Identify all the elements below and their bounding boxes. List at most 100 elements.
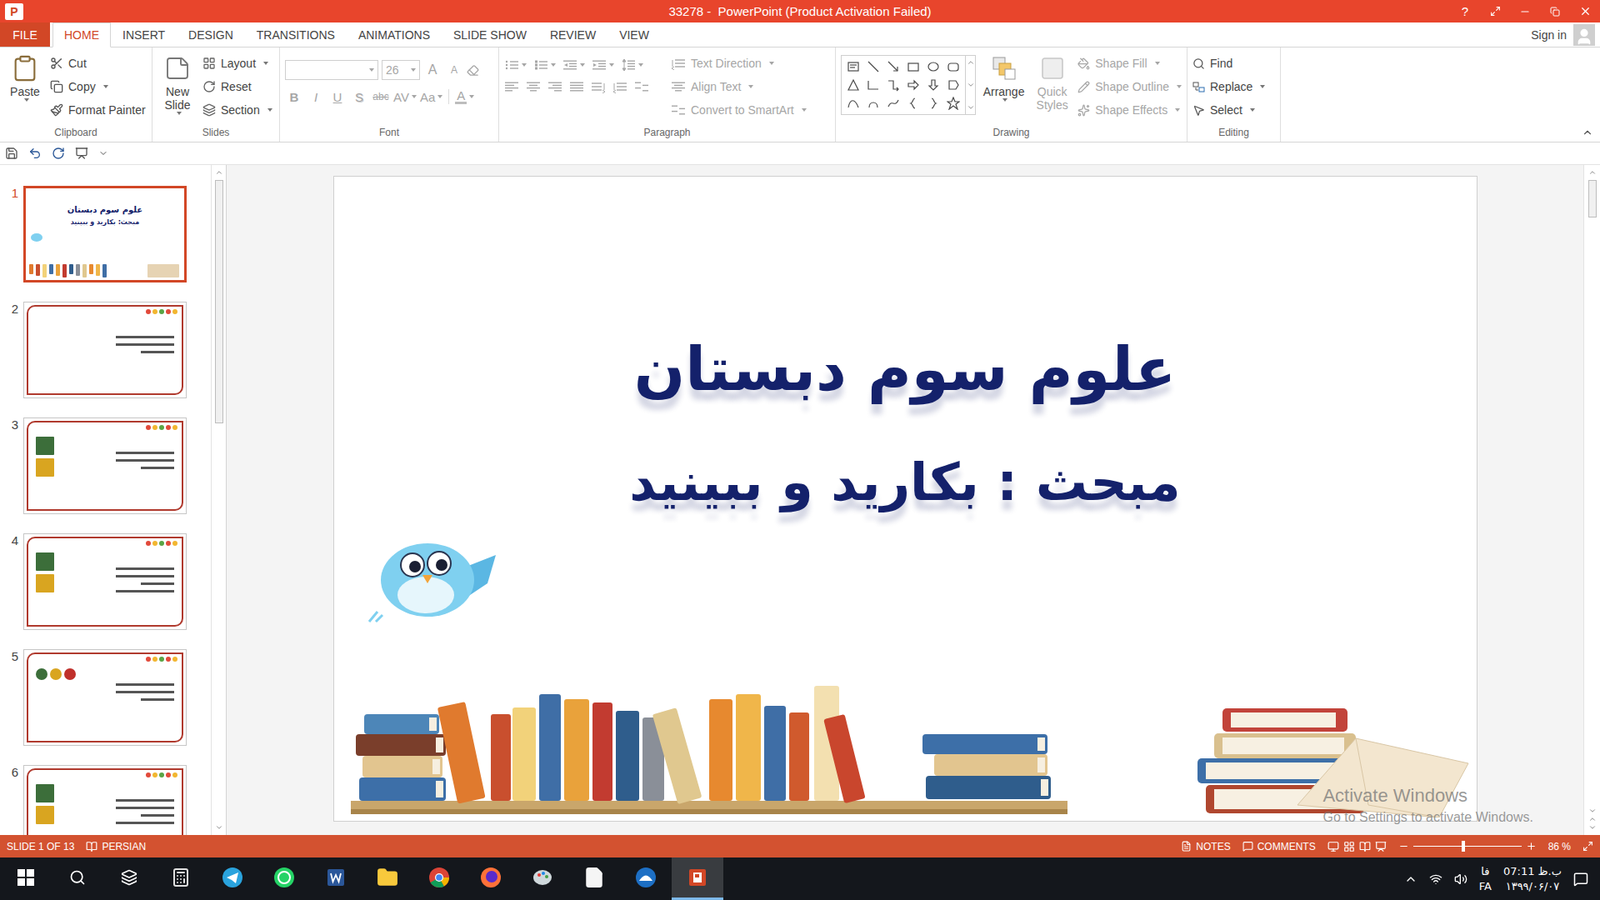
gallery-down-icon[interactable] [966, 80, 975, 90]
slide-thumbnail[interactable]: 1علوم سوم دبستانمبحث: بکارید و ببینید [5, 185, 211, 283]
shape-icon[interactable] [846, 60, 860, 74]
ltr-button[interactable] [590, 80, 606, 94]
clipboard-command[interactable]: Copy [50, 75, 146, 99]
justify-button[interactable] [569, 80, 585, 94]
shape-icon[interactable] [866, 78, 880, 92]
slide-sorter-icon[interactable] [1343, 840, 1355, 853]
taskbar-app[interactable] [155, 857, 207, 900]
shape-icon[interactable] [926, 60, 940, 74]
slide-thumbnail[interactable]: 6 [5, 765, 211, 835]
zoom-out-icon[interactable] [1398, 840, 1410, 852]
start-slideshow-icon[interactable] [75, 146, 89, 160]
slide-scrollbar[interactable] [1583, 165, 1600, 835]
slide-subtitle[interactable]: مبحث : بکارید و ببینید [629, 451, 1180, 514]
close-button[interactable] [1570, 0, 1600, 23]
paste-button[interactable]: Paste [5, 51, 45, 102]
notes-button[interactable]: NOTES [1180, 840, 1230, 853]
quick-styles-button[interactable]: Quick Styles [1031, 51, 1073, 112]
slides-command[interactable]: Layout [202, 51, 273, 75]
language-indicator[interactable]: PERSIAN [85, 840, 146, 853]
font-style-button[interactable]: I [306, 86, 325, 107]
columns-button[interactable] [634, 80, 650, 94]
shape-icon[interactable] [946, 60, 960, 74]
redo-icon[interactable] [51, 146, 65, 160]
editing-command[interactable]: Select [1192, 98, 1265, 122]
ribbon-tab[interactable]: ANIMATIONS [346, 22, 442, 47]
shape-icon[interactable] [886, 78, 900, 92]
indent-button[interactable] [591, 58, 615, 72]
taskbar-app[interactable] [310, 857, 362, 900]
gallery-more-icon[interactable] [966, 103, 975, 112]
paragraph-command[interactable]: Text Direction [670, 51, 807, 75]
taskbar-app[interactable] [671, 857, 724, 900]
left-button[interactable] [504, 80, 520, 94]
scroll-thumb[interactable] [215, 180, 224, 424]
new-slide-button[interactable]: New Slide [157, 51, 198, 115]
taskbar-app[interactable] [568, 857, 620, 900]
thumbnail-preview[interactable] [23, 417, 187, 515]
ribbon-tab[interactable]: REVIEW [538, 22, 608, 47]
paragraph-command[interactable]: Align Text [670, 75, 807, 99]
shape-icon[interactable] [946, 78, 960, 92]
comments-button[interactable]: COMMENTS [1242, 840, 1316, 853]
zoom-level[interactable]: 86 % [1548, 840, 1571, 853]
thumbnail-scrollbar[interactable] [210, 165, 226, 835]
drawing-command[interactable]: Shape Outline [1077, 75, 1182, 99]
font-name-field[interactable] [285, 60, 379, 80]
clock[interactable]: 07:11 ب.ظ۱۳۹۹/۰۶/۰۷ [1503, 864, 1562, 895]
shape-icon[interactable] [886, 96, 900, 110]
shape-icon[interactable] [846, 78, 860, 92]
ribbon-tab[interactable]: TRANSITIONS [245, 22, 347, 47]
slide-thumbnail[interactable]: 4 [5, 533, 211, 630]
search-button[interactable] [51, 857, 104, 900]
editing-command[interactable]: Replace [1192, 75, 1265, 99]
zoom-slider[interactable] [1413, 845, 1522, 847]
bullets-button[interactable] [504, 58, 527, 72]
notifications-icon[interactable] [1573, 871, 1589, 887]
slides-command[interactable]: Section [202, 98, 273, 122]
taskbar-app[interactable] [361, 857, 414, 900]
paragraph-command[interactable]: Convert to SmartArt [670, 98, 807, 122]
shape-icon[interactable] [946, 96, 960, 110]
fit-slide-button[interactable] [1582, 840, 1594, 852]
hidden-icons-icon[interactable] [1404, 872, 1418, 886]
minimize-button[interactable] [1510, 0, 1540, 23]
shape-icon[interactable] [866, 96, 880, 110]
drawing-command[interactable]: Shape Fill [1077, 51, 1182, 75]
restore-button[interactable] [1540, 0, 1570, 23]
slides-command[interactable]: Reset [202, 75, 273, 99]
help-button[interactable]: ? [1450, 0, 1480, 23]
editing-command[interactable]: Find [1192, 51, 1265, 75]
taskbar-app[interactable] [258, 857, 310, 900]
grow-font-button[interactable]: A [423, 60, 442, 80]
clear-formatting-button[interactable] [466, 64, 480, 77]
arrange-button[interactable]: Arrange [980, 51, 1027, 102]
undo-icon[interactable] [28, 146, 42, 160]
shape-icon[interactable] [906, 60, 920, 74]
scroll-thumb[interactable] [1588, 180, 1597, 218]
zoom-in-icon[interactable] [1525, 840, 1537, 852]
network-icon[interactable] [1429, 872, 1443, 886]
clipboard-command[interactable]: Cut [50, 51, 146, 75]
outdent-button[interactable] [562, 58, 585, 72]
shrink-font-button[interactable]: A [445, 60, 464, 80]
ribbon-tab[interactable]: HOME [52, 22, 111, 48]
thumbnail-preview[interactable] [23, 649, 187, 746]
font-color-button[interactable]: A [455, 86, 475, 107]
taskbar-app[interactable] [620, 857, 672, 900]
ribbon-tab[interactable]: VIEW [607, 22, 661, 47]
customize-icon[interactable] [98, 148, 109, 159]
next-slide-icon[interactable] [1588, 823, 1597, 832]
slide-title[interactable]: علوم سوم دبستان [634, 333, 1176, 405]
right-button[interactable] [547, 80, 563, 94]
taskbar-app[interactable] [516, 857, 569, 900]
thumbnail-preview[interactable] [23, 301, 187, 399]
shape-icon[interactable] [866, 60, 880, 74]
slide-thumbnail[interactable]: 5 [5, 649, 211, 746]
font-style-button[interactable]: U [328, 86, 347, 107]
gallery-up-icon[interactable] [966, 58, 975, 67]
normal-view-icon[interactable] [1327, 840, 1340, 853]
start-button[interactable] [0, 857, 52, 900]
font-style-button[interactable]: AV [393, 86, 417, 107]
font-style-button[interactable]: B [285, 86, 304, 107]
